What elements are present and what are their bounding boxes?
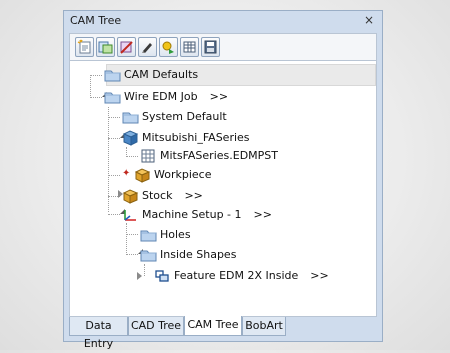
tree-node-label: CAM Defaults [124,68,199,81]
tree-node-label: Holes [160,228,191,241]
panel-tabs: Data Entry CAD Tree CAM Tree BobArt [69,316,377,350]
folder-icon [140,250,157,262]
tree-connector [126,156,138,157]
stock-icon [122,189,139,204]
tree-connector [90,75,91,98]
tree-connector [108,214,120,215]
feature-icon [155,270,169,282]
delete-icon[interactable] [117,37,136,57]
tree-connector [90,75,102,76]
tree-node-label: Mitsubishi_FASeries [142,131,250,144]
save-icon[interactable] [201,37,220,57]
add-setup-icon[interactable] [96,37,115,57]
tab-cad-tree[interactable]: CAD Tree [128,317,184,336]
more-indicator[interactable]: >> [254,208,272,221]
folder-icon [104,92,121,104]
tree-node-label: MitsFASeries.EDMPST [160,149,279,162]
tab-data-entry[interactable]: Data Entry [69,317,128,350]
toolbar [69,33,377,61]
tree-connector [126,234,138,235]
tree-connector [144,264,145,276]
more-indicator[interactable]: >> [310,269,328,282]
tree-connector [90,97,102,98]
close-icon[interactable]: × [362,13,376,27]
more-indicator[interactable]: >> [210,90,228,103]
tab-cam-tree[interactable]: CAM Tree [184,316,242,336]
machine-icon [122,130,139,146]
tree-connector [126,254,138,255]
expand-toggle[interactable] [137,272,142,280]
edit-icon[interactable] [138,37,157,57]
new-defaults-icon[interactable] [75,37,94,57]
tree-node-label: Stock [142,189,173,202]
tree-node-label: System Default [142,110,227,123]
post-file-icon [141,149,155,163]
grid-icon[interactable] [180,37,199,57]
cam-tree-panel: CAM Tree × ✦ CAM Defaults Wire EDM Job >… [63,10,383,350]
folder-icon [122,112,139,124]
more-indicator[interactable]: >> [184,189,202,202]
modified-marker: ✦ [122,168,131,179]
tree-connector [108,138,120,139]
tree-node-label: Feature EDM 2X Inside [174,269,299,282]
tree-connector [108,175,120,176]
panel-title-text: CAM Tree [70,14,122,27]
tree-node-label: Wire EDM Job [124,90,198,103]
workpiece-icon [134,168,151,183]
folder-icon [104,70,121,82]
cam-tree-view[interactable]: ✦ CAM Defaults Wire EDM Job >> System Def… [69,61,377,317]
tree-connector [108,117,120,118]
tree-node-label: Machine Setup - 1 [142,208,242,221]
panel-title: CAM Tree × [64,11,382,31]
tree-connector [126,223,127,255]
tree-node-label: Inside Shapes [160,248,237,261]
folder-icon [140,230,157,242]
tab-bobart[interactable]: BobArt [242,317,286,336]
axes-icon [124,210,136,221]
tree-node-label: Workpiece [154,168,212,181]
generate-icon[interactable] [159,37,178,57]
